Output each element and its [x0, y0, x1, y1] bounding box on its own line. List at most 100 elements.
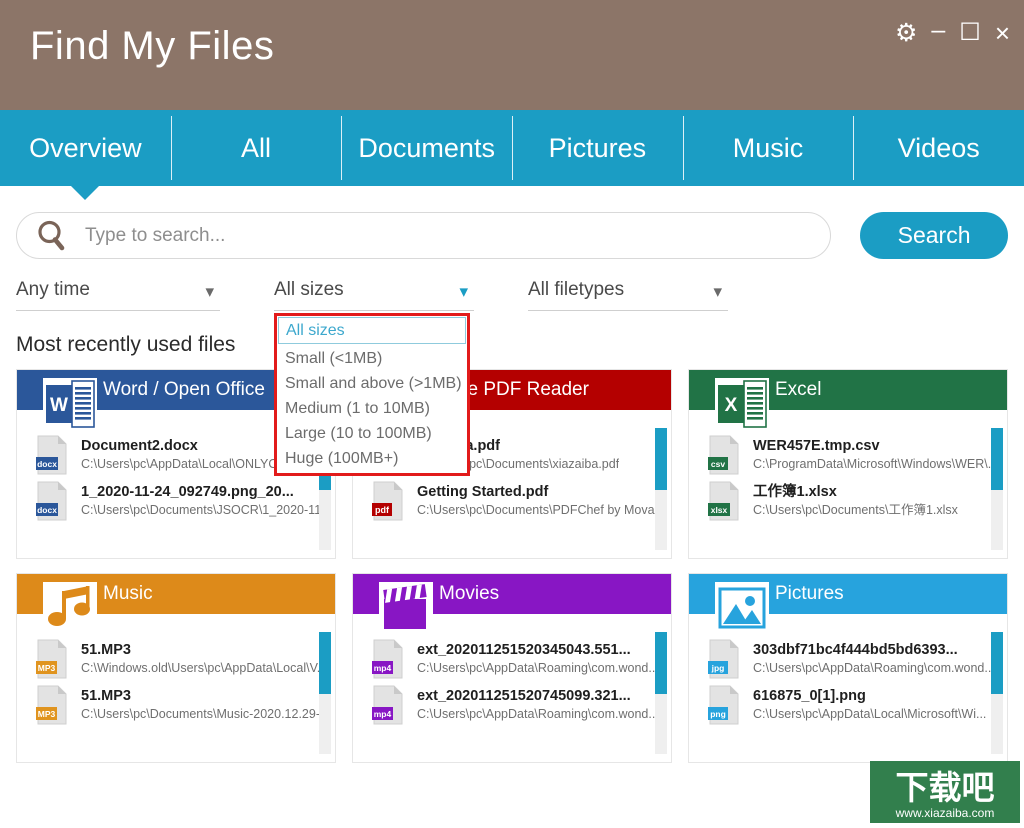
filter-filetype[interactable]: All filetypes ▾ [528, 279, 728, 311]
card-title: Movies [439, 583, 500, 604]
tab-label: Videos [897, 132, 980, 163]
photo-icon [715, 582, 769, 634]
mp3-file-icon: MP3 [35, 685, 69, 725]
close-icon[interactable]: × [995, 20, 1010, 46]
card-scrollbar-thumb[interactable] [655, 428, 667, 490]
xlsx-file-icon: xlsx [707, 481, 741, 521]
list-item[interactable]: csv WER457E.tmp.csv C:\ProgramData\Micro… [689, 432, 1007, 478]
jpg-file-icon: jpg [707, 639, 741, 679]
card-movies[interactable]: Movies mp4 ext_202011251520345043.551...… [352, 573, 672, 763]
card-scrollbar[interactable] [655, 632, 667, 754]
file-path: C:\Users\pc\Documents\PDFChef by Mova... [417, 503, 657, 517]
file-name: WER457E.tmp.csv [753, 438, 880, 454]
search-row: Search [0, 212, 1024, 259]
tab-label: Overview [29, 132, 142, 163]
card-scrollbar-thumb[interactable] [991, 428, 1003, 490]
file-name: Document2.docx [81, 438, 198, 454]
size-option-huge[interactable]: Huge (100MB+) [277, 446, 467, 471]
file-path: C:\Users\pc\AppData\Local\Microsoft\Wi..… [753, 707, 987, 721]
search-input[interactable] [85, 224, 831, 247]
list-item[interactable]: pdf Getting Started.pdf C:\Users\pc\Docu… [353, 478, 671, 524]
file-name: 51.MP3 [81, 688, 131, 704]
card-pictures[interactable]: Pictures jpg 303dbf71bc4f444bd5bd6393...… [688, 573, 1008, 763]
card-scrollbar-thumb[interactable] [991, 632, 1003, 694]
svg-text:xlsx: xlsx [711, 505, 728, 515]
active-tab-caret-icon [70, 185, 101, 200]
list-item[interactable]: mp4 ext_202011251520345043.551... C:\Use… [353, 636, 671, 682]
card-excel[interactable]: Excel X csv WER457E.tmp.csv C:\ProgramDa… [688, 369, 1008, 559]
filter-size[interactable]: All sizes ▾ [274, 279, 474, 311]
card-scrollbar[interactable] [655, 428, 667, 550]
list-item[interactable]: png 616875_0[1].png C:\Users\pc\AppData\… [689, 682, 1007, 728]
excel-icon: X [715, 378, 769, 430]
search-box[interactable] [16, 212, 832, 259]
size-option-small-and-above[interactable]: Small and above (>1MB) [277, 371, 467, 396]
file-name: ext_202011251520345043.551... [417, 642, 631, 658]
file-name: 616875_0[1].png [753, 688, 866, 704]
tab-pictures[interactable]: Pictures [512, 110, 683, 186]
size-dropdown-menu[interactable]: All sizes Small (<1MB) Small and above (… [274, 313, 470, 476]
title-bar: Find My Files ⚙ – ☐ × [0, 0, 1024, 110]
mp4-file-icon: mp4 [371, 685, 405, 725]
svg-text:csv: csv [711, 459, 725, 469]
file-name: 303dbf71bc4f444bd5bd6393... [753, 642, 958, 658]
card-title: Pictures [775, 583, 844, 604]
file-path: C:\Users\pc\AppData\Roaming\com.wond... [753, 661, 993, 675]
file-name: ext_202011251520745099.321... [417, 688, 631, 704]
filter-row: Any time ▾ All sizes ▾ All filetypes ▾ [0, 279, 1024, 313]
size-option-large[interactable]: Large (10 to 100MB) [277, 421, 467, 446]
size-option-medium[interactable]: Medium (1 to 10MB) [277, 396, 467, 421]
list-item[interactable]: xlsx 工作簿1.xlsx C:\Users\pc\Documents\工作簿… [689, 478, 1007, 524]
list-item[interactable]: docx 1_2020-11-24_092749.png_20... C:\Us… [17, 478, 335, 524]
tab-label: Music [732, 132, 804, 163]
tab-all[interactable]: All [170, 110, 342, 186]
svg-text:X: X [725, 395, 738, 416]
tab-videos[interactable]: Videos [853, 110, 1024, 186]
svg-text:mp4: mp4 [374, 709, 392, 719]
card-scrollbar[interactable] [319, 632, 331, 754]
mp4-file-icon: mp4 [371, 639, 405, 679]
file-name: 51.MP3 [81, 642, 131, 658]
csv-file-icon: csv [707, 435, 741, 475]
gear-icon[interactable]: ⚙ [895, 20, 917, 46]
filter-time-label: Any time [16, 279, 90, 300]
file-path: C:\Users\pc\Documents\Music-2020.12.29-.… [81, 707, 321, 721]
search-icon [35, 219, 69, 253]
file-path: C:\ProgramData\Microsoft\Windows\WER\... [753, 457, 993, 471]
list-item[interactable]: MP3 51.MP3 C:\Windows.old\Users\pc\AppDa… [17, 636, 335, 682]
tab-label: Pictures [548, 132, 647, 163]
card-music[interactable]: Music MP3 51.MP3 C:\Windows.old\Users\pc… [16, 573, 336, 763]
docx-file-icon: docx [35, 435, 69, 475]
size-option-all[interactable]: All sizes [278, 317, 466, 344]
card-title: Word / Open Office [103, 379, 265, 400]
minimize-icon[interactable]: – [931, 17, 945, 43]
card-scrollbar-thumb[interactable] [655, 632, 667, 694]
tab-label: All [241, 132, 272, 163]
list-item[interactable]: mp4 ext_202011251520745099.321... C:\Use… [353, 682, 671, 728]
tab-documents[interactable]: Documents [341, 110, 512, 186]
maximize-icon[interactable]: ☐ [959, 21, 981, 45]
search-button[interactable]: Search [860, 212, 1008, 259]
svg-text:MP3: MP3 [38, 709, 56, 719]
card-scrollbar[interactable] [991, 428, 1003, 550]
tab-label: Documents [358, 132, 495, 163]
chevron-down-icon: ▾ [713, 282, 722, 301]
card-scrollbar[interactable] [991, 632, 1003, 754]
list-item[interactable]: MP3 51.MP3 C:\Users\pc\Documents\Music-2… [17, 682, 335, 728]
filter-filetype-label: All filetypes [528, 279, 625, 300]
recent-files-grid: Word / Open Office W docx Document2.docx… [0, 369, 1024, 763]
svg-text:W: W [50, 395, 68, 416]
tab-overview[interactable]: Overview [0, 110, 171, 200]
list-item[interactable]: jpg 303dbf71bc4f444bd5bd6393... C:\Users… [689, 636, 1007, 682]
filter-time[interactable]: Any time ▾ [16, 279, 220, 311]
tab-music[interactable]: Music [682, 110, 854, 186]
word-icon: W [43, 378, 97, 430]
png-file-icon: png [707, 685, 741, 725]
size-option-small[interactable]: Small (<1MB) [277, 346, 467, 371]
file-path: C:\Users\pc\AppData\Roaming\com.wond... [417, 661, 657, 675]
card-scrollbar-thumb[interactable] [319, 632, 331, 694]
file-path: C:\Users\pc\Documents\JSOCR\1_2020-11-..… [81, 503, 321, 517]
file-name: Getting Started.pdf [417, 484, 549, 500]
section-title: Most recently used files [16, 333, 236, 356]
music-note-icon [43, 582, 97, 634]
